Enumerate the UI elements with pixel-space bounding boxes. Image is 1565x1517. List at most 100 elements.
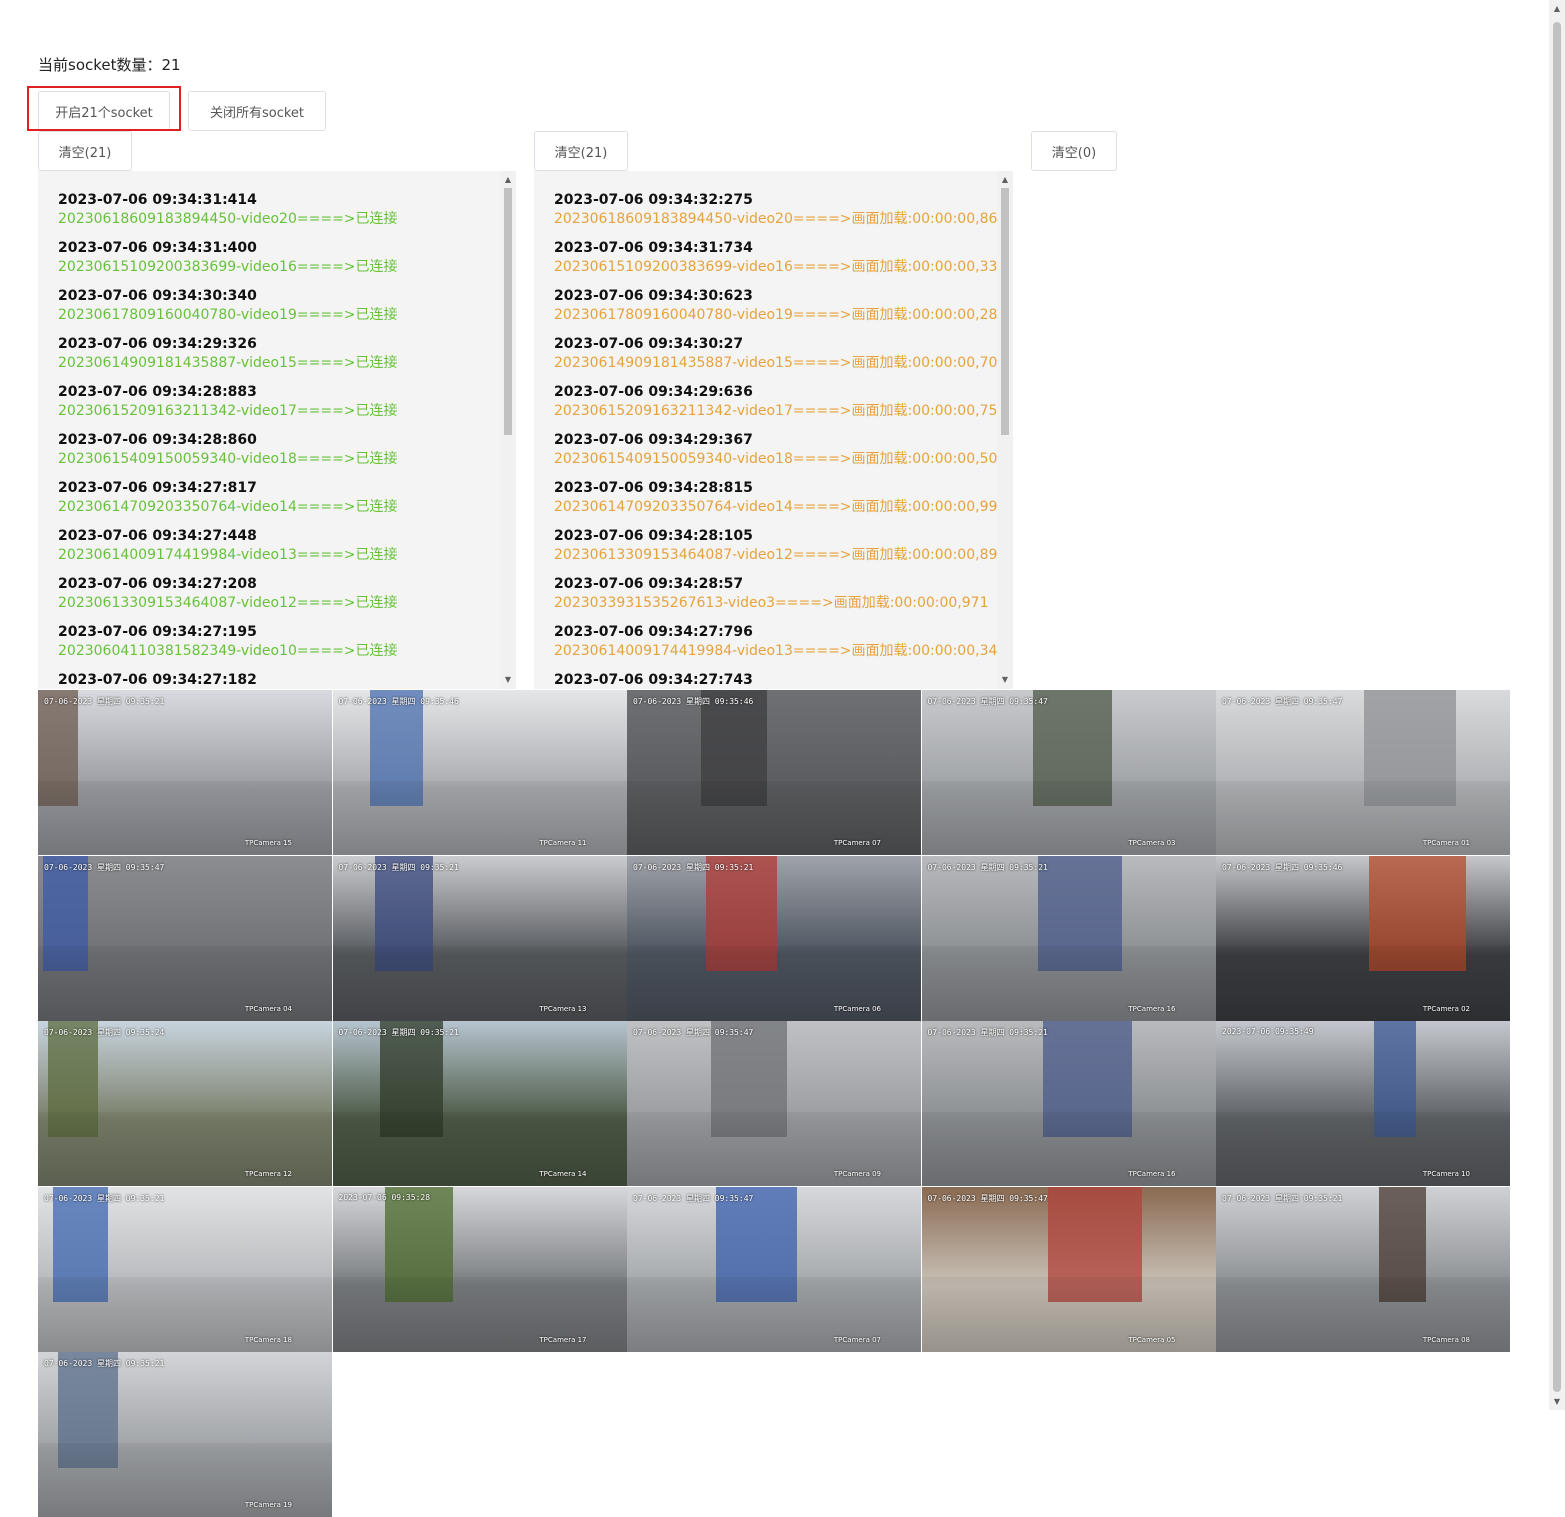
video-camera-label: TPCamera 07 xyxy=(833,839,881,847)
video-camera-label: TPCamera 10 xyxy=(1422,1170,1470,1178)
video-timestamp: 07-06-2023 星期四 09:35:46 xyxy=(1222,862,1343,872)
video-tile[interactable]: 2023-07-06 09:35:49 TPCamera 10 xyxy=(1216,1021,1510,1186)
clear-third-log-button[interactable]: 清空(0) xyxy=(1031,131,1117,171)
page-scroll-thumb[interactable] xyxy=(1553,22,1561,1392)
video-tile[interactable]: 07-06-2023 星期四 09:35:21 TPCamera 19 xyxy=(38,1352,332,1517)
video-tile[interactable]: 07-06-2023 星期四 09:35:21 TPCamera 15 xyxy=(38,690,332,855)
scroll-thumb[interactable] xyxy=(504,188,512,435)
log-message: 20230617809160040780-video19====>画面加载:00… xyxy=(554,307,1007,323)
log-message: 20230615209163211342-video17====>已连接 xyxy=(58,403,398,419)
log-time: 2023-07-06 09:34:28:105 xyxy=(554,528,753,544)
video-timestamp: 07-06-2023 星期四 09:35:21 xyxy=(44,1193,165,1203)
video-tile[interactable]: 07-06-2023 星期四 09:35:21 TPCamera 13 xyxy=(332,855,627,1021)
video-tile[interactable]: 07-06-2023 星期四 09:35:46 TPCamera 07 xyxy=(627,690,921,855)
video-camera-label: TPCamera 05 xyxy=(1128,1335,1176,1344)
log-message: 20230614909181435887-video15====>已连接 xyxy=(58,355,398,371)
socket-count-line: 当前socket数量：21 xyxy=(38,54,181,75)
video-tile[interactable]: 07-06-2023 星期四 09:35:47 TPCamera 03 xyxy=(921,690,1216,855)
video-timestamp: 07-06-2023 星期四 09:35:47 xyxy=(44,862,165,872)
log-message: 20230613309153464087-video12====>画面加载:00… xyxy=(554,547,1007,563)
video-tile[interactable]: 07-06-2023 星期四 09:35:21 TPCamera 16 xyxy=(921,855,1216,1021)
scroll-down-arrow-icon[interactable]: ▼ xyxy=(997,673,1013,687)
video-tile[interactable]: 07-06-2023 星期四 09:35:47 TPCamera 09 xyxy=(627,1021,921,1186)
video-timestamp: 07-06-2023 星期四 09:35:21 xyxy=(927,862,1048,872)
video-tile[interactable]: 07-06-2023 星期四 09:35:21 TPCamera 16 xyxy=(921,1021,1216,1186)
log-message: 2023033931535267613-video3====>画面加载:00:0… xyxy=(554,595,989,611)
log-time: 2023-07-06 09:34:29:367 xyxy=(554,432,753,448)
log-entry: 2023-07-06 09:34:30:27 202306149091814358… xyxy=(554,335,1007,383)
log-time: 2023-07-06 09:34:27:817 xyxy=(58,480,257,496)
scroll-up-arrow-icon[interactable]: ▲ xyxy=(997,173,1013,187)
video-camera-label: TPCamera 03 xyxy=(1128,839,1176,847)
scroll-thumb[interactable] xyxy=(1001,188,1009,435)
log-message: 20230614709203350764-video14====>画面加载:00… xyxy=(554,499,1007,515)
log-entry: 2023-07-06 09:34:31:400 20230615109200383… xyxy=(58,239,496,287)
video-tile[interactable]: 07-06-2023 星期四 09:35:47 TPCamera 07 xyxy=(627,1186,921,1352)
log-entry: 2023-07-06 09:34:32:275 20230618609183894… xyxy=(554,191,1006,239)
video-timestamp: 07-06-2023 星期四 09:35:24 xyxy=(44,1028,165,1037)
loaded-log-panel[interactable]: 2023-07-06 09:34:32:275 20230618609183894… xyxy=(534,171,1013,689)
close-sockets-button[interactable]: 关闭所有socket xyxy=(188,91,326,131)
connected-log-scrollbar[interactable]: ▲ ▼ xyxy=(500,171,516,689)
video-tile[interactable]: 07-06-2023 星期四 09:35:47 TPCamera 04 xyxy=(38,855,332,1021)
log-message: 20230614909181435887-video15====>画面加载:00… xyxy=(554,355,1007,371)
video-tile[interactable]: 07-06-2023 星期四 09:35:21 TPCamera 14 xyxy=(332,1021,627,1186)
video-camera-label: TPCamera 01 xyxy=(1422,839,1470,847)
video-timestamp: 07-06-2023 星期四 09:35:47 xyxy=(633,1028,754,1037)
log-entry: 2023-07-06 09:34:28:105 20230613309153464… xyxy=(554,527,1007,575)
clear-loaded-log-button[interactable]: 清空(21) xyxy=(534,131,628,171)
video-camera-label: TPCamera 11 xyxy=(539,839,587,847)
log-time: 2023-07-06 09:34:31:734 xyxy=(554,240,753,256)
log-time: 2023-07-06 09:34:28:815 xyxy=(554,480,753,496)
log-time: 2023-07-06 09:34:27:448 xyxy=(58,528,257,544)
log-message: 20230614709203350764-video14====>已连接 xyxy=(58,499,398,515)
loaded-log-list: 2023-07-06 09:34:32:275 20230618609183894… xyxy=(554,191,1007,689)
log-message: 20230615409150059340-video18====>画面加载:00… xyxy=(554,451,1007,467)
connected-log-panel[interactable]: 2023-07-06 09:34:31:414 20230618609183894… xyxy=(38,171,516,689)
video-camera-label: TPCamera 08 xyxy=(1422,1335,1470,1344)
video-timestamp: 07-06-2023 星期四 09:35:46 xyxy=(338,697,459,706)
log-entry: 2023-07-06 09:34:31:414 20230618609183894… xyxy=(58,191,496,239)
video-camera-label: TPCamera 02 xyxy=(1422,1004,1470,1013)
page-scrollbar[interactable]: ▲ ▼ xyxy=(1549,0,1565,1410)
log-message: 20230613309153464087-video12====>已连接 xyxy=(58,595,398,611)
log-time: 2023-07-06 09:34:29:636 xyxy=(554,384,753,400)
log-entry: 2023-07-06 09:34:27:208 20230613309153464… xyxy=(58,575,496,623)
video-tile[interactable]: 07-06-2023 星期四 09:35:46 TPCamera 11 xyxy=(332,690,627,855)
video-tile[interactable]: 07-06-2023 星期四 09:35:24 TPCamera 12 xyxy=(38,1021,332,1186)
log-time: 2023-07-06 09:34:31:414 xyxy=(58,192,257,208)
log-entry: 2023-07-06 09:34:31:734 20230615109200383… xyxy=(554,239,1006,287)
log-entry: 2023-07-06 09:34:27:817 20230614709203350… xyxy=(58,479,496,527)
log-entry: 2023-07-06 09:34:27:182 xyxy=(58,671,496,689)
video-tile[interactable]: 07-06-2023 星期四 09:35:21 TPCamera 18 xyxy=(38,1186,332,1352)
page-scroll-down-icon[interactable]: ▼ xyxy=(1549,1397,1565,1406)
log-message: 20230614009174419984-video13====>已连接 xyxy=(58,547,398,563)
video-tile[interactable]: 2023-07-06 09:35:28 TPCamera 17 xyxy=(332,1186,627,1352)
video-camera-label: TPCamera 16 xyxy=(1128,1170,1176,1178)
video-tile[interactable]: 07-06-2023 星期四 09:35:21 TPCamera 06 xyxy=(627,855,921,1021)
video-timestamp: 07-06-2023 星期四 09:35:21 xyxy=(44,1359,165,1368)
log-time: 2023-07-06 09:34:30:27 xyxy=(554,336,744,352)
socket-count-value: 21 xyxy=(161,56,181,74)
clear-connected-log-button[interactable]: 清空(21) xyxy=(38,131,132,171)
video-timestamp: 07-06-2023 星期四 09:35:47 xyxy=(927,697,1048,706)
video-camera-label: TPCamera 14 xyxy=(539,1170,587,1178)
page-scroll-up-icon[interactable]: ▲ xyxy=(1549,4,1565,13)
scroll-up-arrow-icon[interactable]: ▲ xyxy=(500,173,516,187)
log-entry: 2023-07-06 09:34:27:743 xyxy=(554,671,993,689)
log-entry: 2023-07-06 09:34:28:815 20230614709203350… xyxy=(554,479,1007,527)
scroll-down-arrow-icon[interactable]: ▼ xyxy=(500,673,516,687)
video-tile[interactable]: 07-06-2023 星期四 09:35:47 TPCamera 01 xyxy=(1216,690,1510,855)
log-time: 2023-07-06 09:34:27:182 xyxy=(58,672,257,688)
log-message: 20230614009174419984-video13====>画面加载:00… xyxy=(554,643,1007,659)
open-sockets-button[interactable]: 开启21个socket xyxy=(38,91,170,131)
video-tile[interactable]: 07-06-2023 星期四 09:35:46 TPCamera 02 xyxy=(1216,855,1510,1021)
video-tile[interactable]: 07-06-2023 星期四 09:35:21 TPCamera 08 xyxy=(1216,1186,1510,1352)
loaded-log-scrollbar[interactable]: ▲ ▼ xyxy=(997,171,1013,689)
log-entry: 2023-07-06 09:34:30:623 20230617809160040… xyxy=(554,287,1007,335)
log-entry: 2023-07-06 09:34:29:367 20230615409150059… xyxy=(554,431,1007,479)
log-time: 2023-07-06 09:34:27:743 xyxy=(554,672,753,688)
video-tile[interactable]: 07-06-2023 星期四 09:35:47 TPCamera 05 xyxy=(921,1186,1216,1352)
log-entry: 2023-07-06 09:34:29:636 20230615209163211… xyxy=(554,383,1006,431)
video-camera-label: TPCamera 12 xyxy=(244,1170,292,1178)
